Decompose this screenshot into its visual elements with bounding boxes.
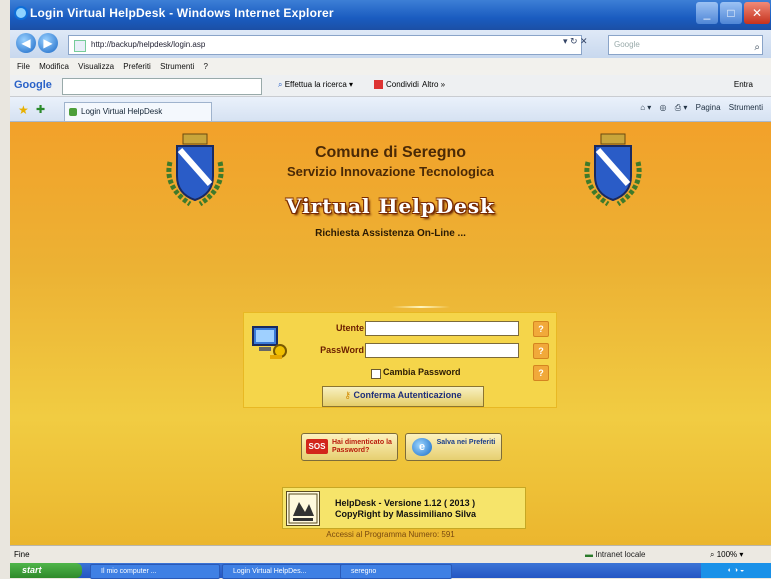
menu-item-strumenti[interactable]: Strumenti (160, 58, 194, 75)
internet-explorer-icon: e (412, 438, 432, 456)
internet-explorer-icon (14, 6, 28, 20)
menu-item-visualizza[interactable]: Visualizza (78, 58, 114, 75)
security-zone: ▬ Intranet locale (585, 550, 646, 559)
favorites-star-icon[interactable]: ★ (18, 103, 29, 117)
change-password-help-icon[interactable]: ? (533, 365, 549, 381)
version-text: HelpDesk - Versione 1.12 ( 2013 ) (335, 498, 476, 508)
tab-login[interactable]: Login Virtual HelpDesk (64, 102, 212, 121)
forgot-password-button[interactable]: SOS Hai dimenticato la Password? (301, 433, 398, 461)
page-subheading: Servizio Innovazione Tecnologica (286, 164, 495, 179)
back-arrow-icon[interactable]: ◀ (16, 33, 36, 53)
address-url: http://backup/helpdesk/login.asp (91, 40, 206, 49)
menu-item-file[interactable]: File (17, 58, 30, 75)
taskbar-item[interactable]: Login Virtual HelpDes... (222, 564, 348, 579)
menu-item-preferiti[interactable]: Preferiti (123, 58, 151, 75)
page-content: Comune di Seregno Servizio Innovazione T… (10, 122, 771, 545)
signin-button[interactable]: Entra (734, 80, 753, 89)
taskbar: start Il mio computer ... Login Virtual … (10, 563, 771, 579)
print-icon[interactable]: ⎙ ▾ (675, 103, 688, 112)
magnifier-icon: ⌕ (278, 80, 285, 89)
save-favorites-button[interactable]: e Salva nei Preferiti (405, 433, 502, 461)
menu-item-help[interactable]: ? (204, 58, 208, 75)
window-title: Login Virtual HelpDesk - Windows Interne… (30, 6, 334, 20)
home-icon[interactable]: ⌂ ▾ (640, 103, 651, 112)
page-menu[interactable]: Pagina (696, 103, 721, 112)
search-icon[interactable]: ⌕ (754, 39, 760, 57)
app-title: Virtual HelpDesk (286, 194, 495, 218)
password-input[interactable] (365, 343, 519, 358)
taskbar-item[interactable]: seregno (340, 564, 452, 579)
zoom-icon: ⌕ (710, 550, 717, 559)
search-placeholder: Google (614, 40, 640, 49)
sos-badge: SOS (306, 439, 328, 454)
menu-item-modifica[interactable]: Modifica (39, 58, 69, 75)
close-button[interactable]: ✕ (744, 2, 770, 24)
google-search-button[interactable]: ⌕ Effettua la ricerca ▾ (278, 80, 353, 90)
search-input[interactable]: Google ⌕ (608, 35, 763, 55)
access-counter: Accessi al Programma Numero: 591 (326, 530, 455, 539)
tab-label: Login Virtual HelpDesk (81, 107, 163, 116)
address-bar[interactable]: http://backup/helpdesk/login.asp (68, 35, 582, 55)
command-bar: ⌂ ▾ ◎ ⎙ ▾ Pagina Strumenti (634, 103, 763, 113)
share-icon (374, 80, 383, 90)
google-search-input[interactable] (62, 78, 262, 95)
address-tools[interactable]: ▾ ↻ ✕ (563, 36, 588, 47)
minimize-button[interactable]: _ (696, 2, 718, 24)
favorites-bar: ★ ✚ Login Virtual HelpDesk ⌂ ▾ ◎ ⎙ ▾ Pag… (10, 97, 771, 122)
tools-menu[interactable]: Strumenti (729, 103, 763, 112)
password-label: PassWord (320, 345, 364, 355)
more-button[interactable]: Altro » (422, 80, 445, 89)
page-icon (74, 40, 86, 52)
copyright-text: CopyRight by Massimiliano Silva (335, 509, 477, 519)
helpdesk-logo-icon (286, 491, 320, 526)
status-text: Fine (14, 550, 30, 559)
google-toolbar: Google ⌕ Effettua la ricerca ▾ Condividi… (10, 75, 771, 97)
tab-page-icon (69, 108, 77, 116)
forward-arrow-icon[interactable]: ▶ (38, 33, 58, 53)
divider (392, 306, 450, 308)
zoom-level[interactable]: ⌕ 100% ▾ (710, 550, 743, 560)
window-titlebar: Login Virtual HelpDesk - Windows Interne… (10, 0, 771, 30)
system-tray[interactable]: ◐ ◑ ◒ (701, 563, 771, 578)
change-password-label: Cambia Password (383, 367, 461, 377)
taskbar-item[interactable]: Il mio computer ... (90, 564, 220, 579)
intranet-icon: ▬ (585, 550, 596, 559)
username-input[interactable] (365, 321, 519, 336)
menu-bar: File Modifica Visualizza Preferiti Strum… (10, 58, 771, 75)
change-password-checkbox[interactable] (371, 369, 381, 379)
page-heading: Comune di Seregno (314, 144, 467, 161)
save-favorites-label: Salva nei Preferiti (436, 439, 496, 446)
forgot-password-label: Hai dimenticato la Password? (332, 439, 392, 454)
status-bar: Fine ▬ Intranet locale ⌕ 100% ▾ (10, 545, 771, 563)
username-help-icon[interactable]: ? (533, 321, 549, 337)
password-help-icon[interactable]: ? (533, 343, 549, 359)
add-favorite-icon[interactable]: ✚ (36, 103, 45, 116)
navigation-bar: ◀ ▶ http://backup/helpdesk/login.asp ▾ ↻… (10, 30, 771, 58)
confirm-login-button[interactable]: ⚷ Conferma Autenticazione (322, 386, 484, 407)
share-button[interactable]: Condividi (374, 80, 419, 90)
feeds-icon[interactable]: ◎ (660, 103, 667, 112)
login-form: Utente ? PassWord ? Cambia Password ? ⚷ … (243, 312, 557, 408)
page-tagline: Richiesta Assistenza On-Line ... (315, 228, 466, 239)
maximize-button[interactable]: □ (720, 2, 742, 24)
start-button[interactable]: start (10, 563, 82, 578)
version-box: HelpDesk - Versione 1.12 ( 2013 ) CopyRi… (282, 487, 526, 529)
username-label: Utente (335, 323, 364, 333)
google-logo: Google (14, 79, 52, 91)
